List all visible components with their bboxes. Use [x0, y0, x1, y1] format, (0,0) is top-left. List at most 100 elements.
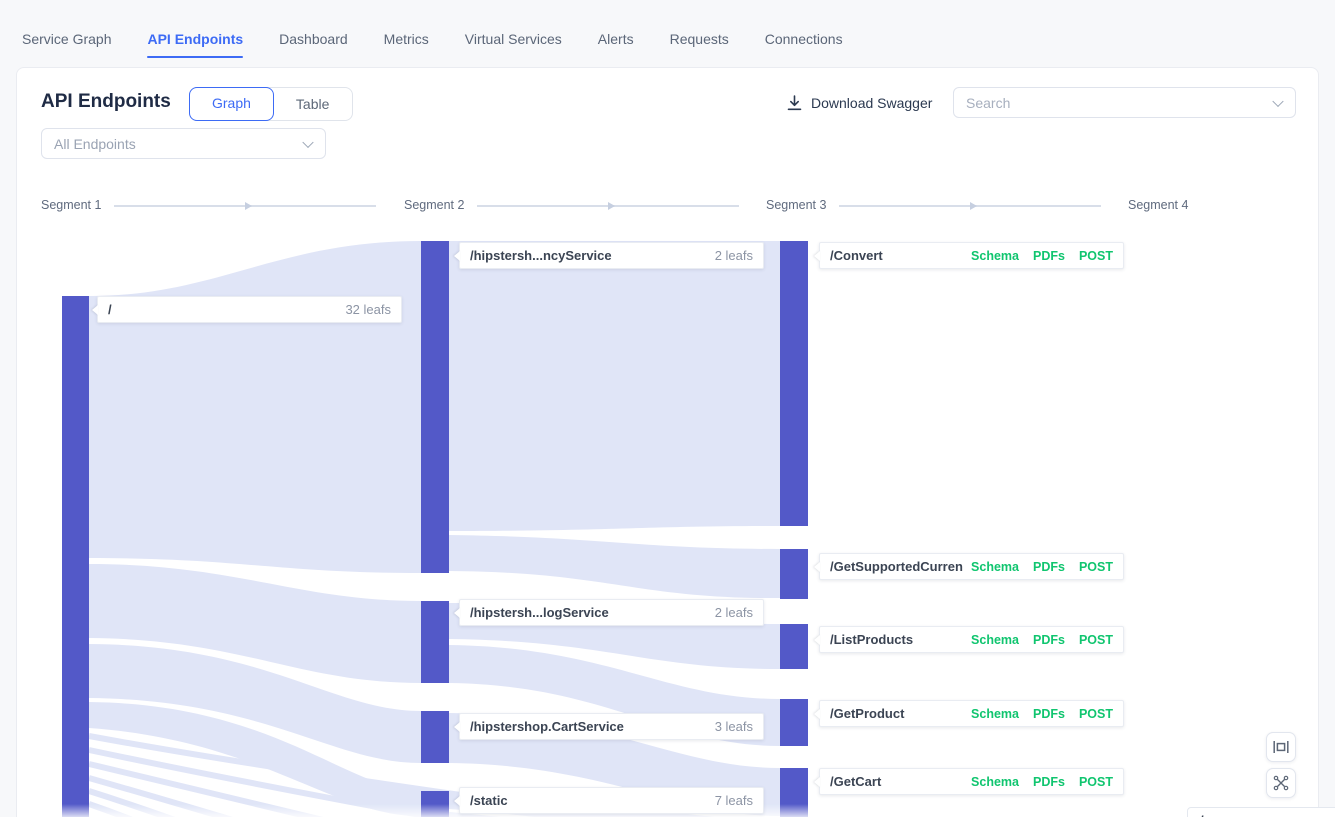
node-card-root[interactable]: / 32 leafs: [97, 296, 402, 323]
node-bar-list-products: [780, 624, 808, 669]
node-caret: [814, 251, 820, 261]
node-actions: Schema PDFs POST: [971, 560, 1113, 574]
node-card-get-product[interactable]: /GetProduct Schema PDFs POST: [819, 700, 1124, 727]
node-path: /: [1200, 813, 1204, 817]
chevron-down-icon: [302, 136, 313, 147]
download-swagger-button[interactable]: Download Swagger: [787, 95, 932, 111]
node-caret: [454, 251, 460, 261]
node-card-catalog-service[interactable]: /hipstersh...logService 2 leafs: [459, 599, 764, 626]
pdfs-link[interactable]: PDFs: [1033, 775, 1065, 789]
chevron-down-icon[interactable]: [1272, 95, 1283, 106]
endpoint-filter-value: All Endpoints: [54, 136, 136, 152]
post-link[interactable]: POST: [1079, 707, 1113, 721]
node-caret: [454, 796, 460, 806]
node-path: /static: [470, 793, 707, 808]
segment-arrow-line: [477, 205, 739, 207]
post-link[interactable]: POST: [1079, 775, 1113, 789]
node-path: /hipstershop.CartService: [470, 719, 707, 734]
node-card-get-cart[interactable]: /GetCart Schema PDFs POST: [819, 768, 1124, 795]
tab-service-graph[interactable]: Service Graph: [22, 31, 111, 47]
download-swagger-label: Download Swagger: [811, 95, 932, 111]
top-nav: Service Graph API Endpoints Dashboard Me…: [0, 0, 1335, 56]
node-bar-convert: [780, 241, 808, 526]
node-actions: Schema PDFs POST: [971, 633, 1113, 647]
segment-4-label: Segment 4: [1128, 198, 1188, 212]
node-path: /Convert: [830, 248, 963, 263]
segment-3-label: Segment 3: [766, 198, 826, 212]
tab-virtual-services[interactable]: Virtual Services: [465, 31, 562, 47]
schema-link[interactable]: Schema: [971, 560, 1019, 574]
node-leaf-count: 3 leafs: [715, 719, 753, 734]
node-caret: [814, 709, 820, 719]
node-leaf-count: 2 leafs: [715, 248, 753, 263]
endpoint-filter-select[interactable]: All Endpoints: [41, 128, 326, 159]
toggle-table-button[interactable]: Table: [273, 88, 352, 120]
node-caret: [454, 608, 460, 618]
toggle-graph-button[interactable]: Graph: [189, 87, 274, 121]
pdfs-link[interactable]: PDFs: [1033, 560, 1065, 574]
search-combobox: [953, 87, 1296, 118]
node-leaf-count: 2 leafs: [715, 605, 753, 620]
segment-arrow-line: [839, 205, 1101, 207]
node-bar-currency-service: [421, 241, 449, 573]
node-card-cart-service[interactable]: /hipstershop.CartService 3 leafs: [459, 713, 764, 740]
graph-table-toggle: Graph Table: [189, 87, 353, 121]
post-link[interactable]: POST: [1079, 560, 1113, 574]
node-bar-get-product: [780, 699, 808, 746]
post-link[interactable]: POST: [1079, 633, 1113, 647]
node-path: /: [108, 302, 337, 317]
node-bar-get-supported-currencies: [780, 549, 808, 599]
node-card-currency-service[interactable]: /hipstersh...ncyService 2 leafs: [459, 242, 764, 269]
pdfs-link[interactable]: PDFs: [1033, 633, 1065, 647]
node-actions: Schema PDFs POST: [971, 249, 1113, 263]
expand-nodes-button[interactable]: [1266, 768, 1296, 798]
node-caret: [454, 722, 460, 732]
node-card-list-products[interactable]: /ListProducts Schema PDFs POST: [819, 626, 1124, 653]
post-link[interactable]: POST: [1079, 249, 1113, 263]
node-card-convert[interactable]: /Convert Schema PDFs POST: [819, 242, 1124, 269]
expand-nodes-icon: [1273, 775, 1289, 791]
page-title: API Endpoints: [41, 91, 171, 113]
tab-dashboard[interactable]: Dashboard: [279, 31, 348, 47]
node-path: /hipstersh...ncyService: [470, 248, 707, 263]
node-bar-root: [62, 296, 89, 817]
schema-link[interactable]: Schema: [971, 633, 1019, 647]
tab-connections[interactable]: Connections: [765, 31, 843, 47]
node-card-partial[interactable]: /: [1187, 807, 1335, 817]
segment-arrow-line: [114, 205, 376, 207]
fit-view-icon: [1273, 740, 1289, 754]
schema-link[interactable]: Schema: [971, 707, 1019, 721]
fit-view-button[interactable]: [1266, 732, 1296, 762]
tab-alerts[interactable]: Alerts: [598, 31, 634, 47]
node-path: /GetSupportedCurrencies: [830, 559, 963, 574]
schema-link[interactable]: Schema: [971, 249, 1019, 263]
node-caret: [814, 777, 820, 787]
download-icon: [787, 95, 802, 111]
node-path: /GetCart: [830, 774, 963, 789]
search-input[interactable]: [966, 95, 1265, 111]
node-leaf-count: 32 leafs: [345, 302, 391, 317]
node-bar-catalog-service: [421, 601, 449, 683]
node-bar-cart-service: [421, 711, 449, 763]
node-caret: [814, 562, 820, 572]
node-card-get-supported-currencies[interactable]: /GetSupportedCurrencies Schema PDFs POST: [819, 553, 1124, 580]
node-caret: [92, 305, 98, 315]
tab-api-endpoints[interactable]: API Endpoints: [147, 31, 243, 47]
node-path: /GetProduct: [830, 706, 963, 721]
segment-1-label: Segment 1: [41, 198, 101, 212]
api-endpoints-panel: API Endpoints Graph Table Download Swagg…: [16, 67, 1319, 817]
node-path: /ListProducts: [830, 632, 963, 647]
tab-metrics[interactable]: Metrics: [384, 31, 429, 47]
schema-link[interactable]: Schema: [971, 775, 1019, 789]
pdfs-link[interactable]: PDFs: [1033, 707, 1065, 721]
sankey-graph: [17, 68, 1320, 817]
node-actions: Schema PDFs POST: [971, 775, 1113, 789]
node-leaf-count: 7 leafs: [715, 793, 753, 808]
node-caret: [814, 635, 820, 645]
node-card-static[interactable]: /static 7 leafs: [459, 787, 764, 814]
tab-requests[interactable]: Requests: [670, 31, 729, 47]
node-path: /hipstersh...logService: [470, 605, 707, 620]
node-actions: Schema PDFs POST: [971, 707, 1113, 721]
pdfs-link[interactable]: PDFs: [1033, 249, 1065, 263]
segment-2-label: Segment 2: [404, 198, 464, 212]
